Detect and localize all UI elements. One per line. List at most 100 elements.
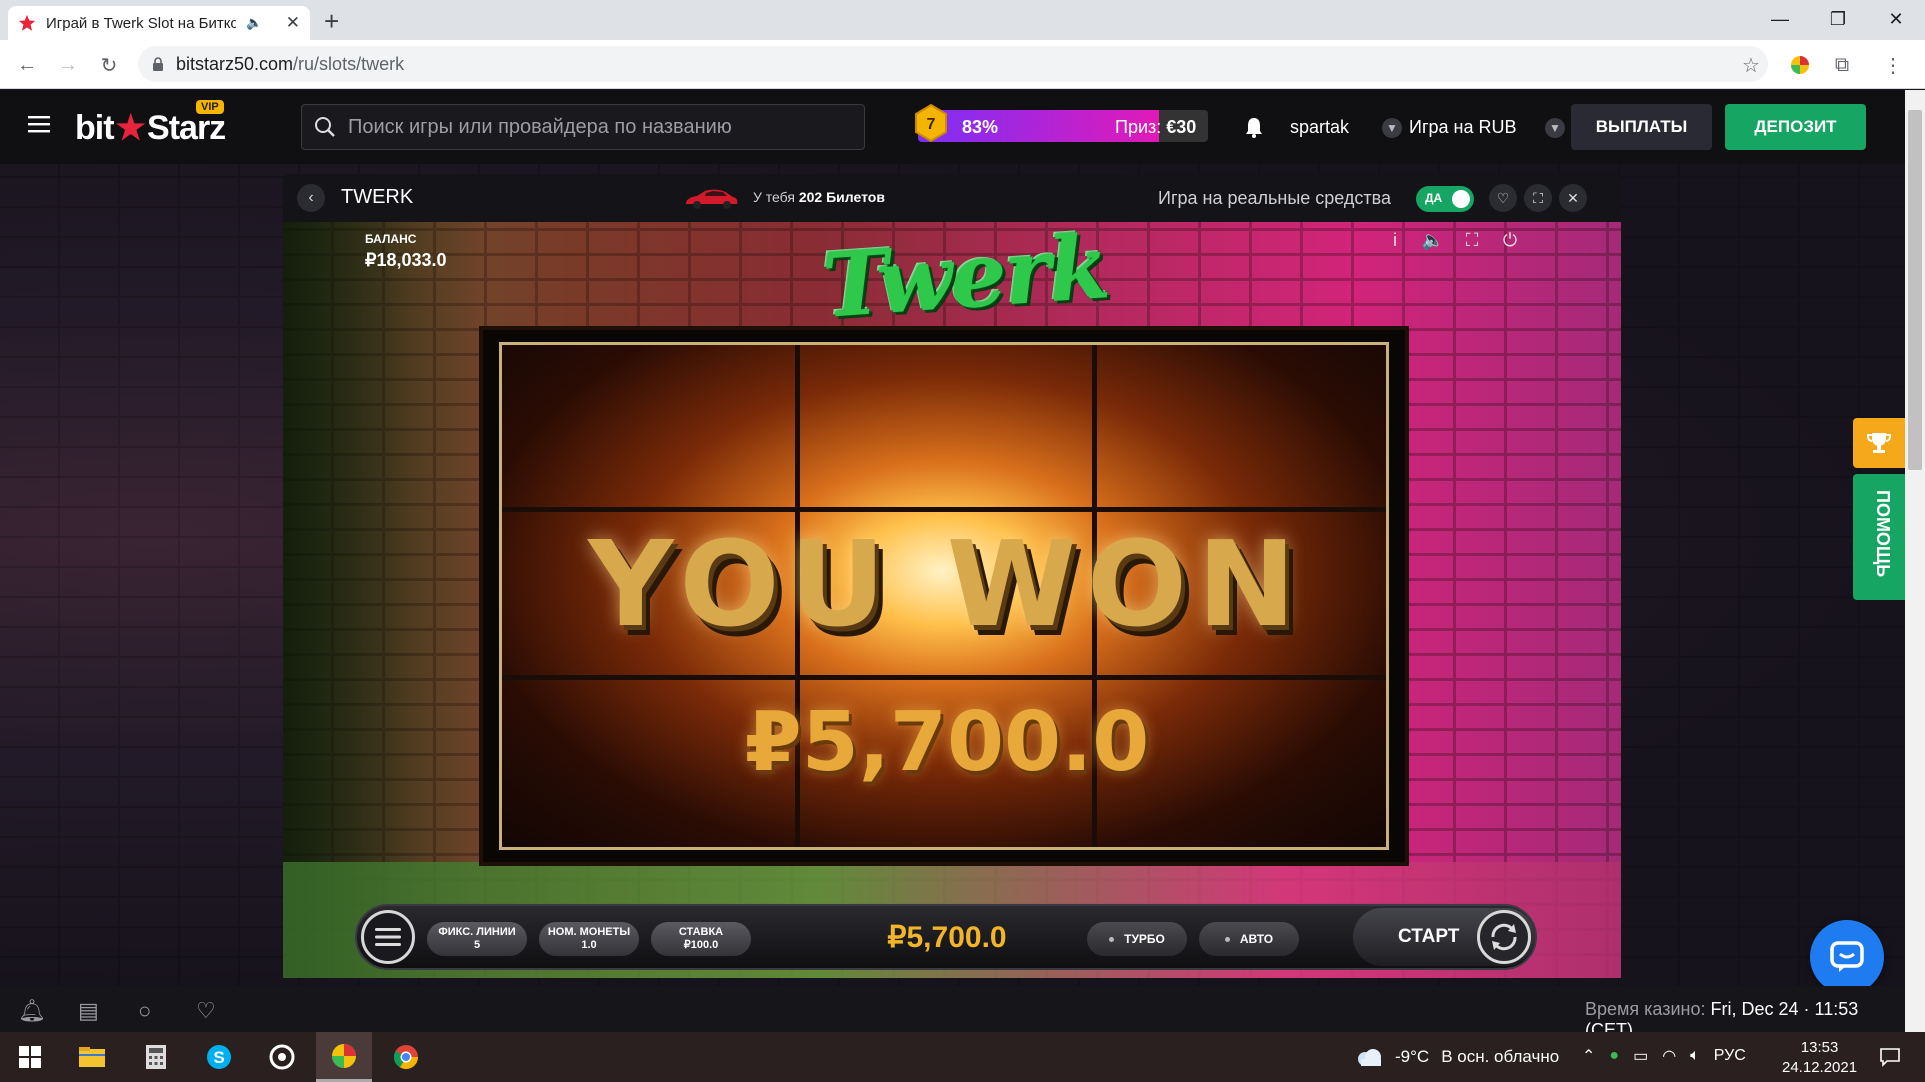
tab-audio-icon[interactable]: 🔈 — [246, 15, 262, 31]
clock-time: 13:53 — [1800, 1039, 1839, 1056]
bookmark-star-icon[interactable]: ☆ — [1738, 52, 1764, 78]
media-app-icon[interactable] — [254, 1032, 310, 1082]
game-control-bar: ФИКС. ЛИНИИ 5 НОМ. МОНЕТЫ 1.0 СТАВКА ₽10… — [355, 904, 1537, 970]
slot-game-canvas[interactable]: БАЛАНС ₽18,033.0 Twerk i 🔈 ⛶ ⏻ YOU WON ₽… — [283, 222, 1621, 978]
twerk-logo: Twerk — [819, 222, 1112, 338]
weather-temp: -9°C — [1395, 1047, 1430, 1066]
system-tray: ⌃ ● ▭ ◠ 🔈︎ РУС — [1582, 1046, 1746, 1066]
close-game-icon[interactable]: ✕ — [1559, 184, 1587, 212]
fixed-lines-value: 5 — [473, 939, 481, 951]
auto-button[interactable]: АВТО — [1199, 922, 1299, 956]
windows-taskbar: S -9°C В осн. облачно ⌃ ● ▭ ◠ 🔈︎ РУС 13:… — [0, 1032, 1925, 1082]
browser-tab[interactable]: Играй в Twerk Slot на Битко 🔈 ✕ — [8, 6, 310, 40]
chat-bubble-icon — [1830, 941, 1864, 972]
file-explorer-icon[interactable] — [64, 1032, 120, 1082]
extension-sync-icon[interactable]: ⧉ — [1829, 52, 1855, 78]
notification-center-icon[interactable] — [1862, 1032, 1918, 1082]
vip-badge: VIP — [196, 100, 224, 114]
hamburger-menu-icon[interactable] — [28, 114, 50, 134]
color-app-icon[interactable] — [316, 1032, 372, 1082]
lock-icon — [153, 57, 163, 71]
chrome-icon[interactable] — [378, 1032, 434, 1082]
url-path: /ru/slots/twerk — [293, 53, 405, 74]
coin-value: 1.0 — [581, 939, 597, 951]
real-money-toggle[interactable]: ДА — [1416, 186, 1474, 212]
skype-icon[interactable]: S — [191, 1032, 247, 1082]
level-percent: 83% — [962, 117, 999, 137]
trophy-button[interactable] — [1853, 418, 1905, 468]
cloud-icon — [1358, 1049, 1381, 1066]
volume-icon[interactable]: 🔈︎ — [1690, 1047, 1700, 1065]
fixed-lines-label: ФИКС. ЛИНИИ — [438, 926, 516, 938]
spin-arrows-icon — [1491, 923, 1517, 951]
reels-grid: YOU WON ₽5,700.0 — [499, 342, 1389, 850]
spin-button[interactable] — [1477, 910, 1531, 964]
weather-desc: В осн. облачно — [1441, 1047, 1560, 1066]
power-icon[interactable]: ⏻ — [1497, 230, 1523, 251]
tickets-info: У тебя 202 Билетов — [753, 189, 885, 205]
level-prize: Приз: €30 — [1115, 117, 1197, 137]
scrollbar-thumb[interactable] — [1908, 110, 1922, 470]
extension-color-icon[interactable] — [1787, 52, 1813, 78]
start-label: СТАРТ — [1398, 926, 1460, 947]
reload-icon[interactable]: ↻ — [96, 52, 122, 78]
notifications-bell-icon[interactable] — [1244, 116, 1264, 138]
currency-selector[interactable]: Игра на RUB — [1409, 117, 1516, 138]
payouts-button[interactable]: ВЫПЛАТЫ — [1571, 104, 1712, 150]
forward-arrow-icon[interactable]: → — [55, 52, 81, 78]
search-input[interactable] — [348, 115, 848, 139]
footer-news-icon[interactable]: ▤ — [78, 998, 99, 1024]
red-car-icon — [683, 186, 739, 210]
bitstarz-logo[interactable]: bit ★ Starz — [75, 108, 226, 148]
calculator-icon[interactable] — [128, 1032, 184, 1082]
tray-app-icon[interactable]: ● — [1609, 1047, 1619, 1065]
user-menu-chevron-down-icon[interactable]: ▼ — [1382, 118, 1402, 138]
weather-widget[interactable]: -9°C В осн. облачно — [1355, 1047, 1559, 1067]
level-badge-icon: 7 — [914, 104, 948, 142]
game-fullscreen-icon[interactable]: ⛶ — [1459, 230, 1485, 251]
info-icon[interactable]: i — [1382, 230, 1408, 251]
footer-heart-icon[interactable]: ♡ — [196, 998, 216, 1024]
currency-chevron-down-icon[interactable]: ▼ — [1545, 118, 1565, 138]
fullscreen-icon[interactable]: ⛶ — [1524, 184, 1552, 212]
wifi-icon[interactable]: ◠ — [1662, 1046, 1676, 1066]
coin-value-control[interactable]: НОМ. МОНЕТЫ 1.0 — [539, 922, 639, 956]
fixed-lines-control[interactable]: ФИКС. ЛИНИИ 5 — [427, 922, 527, 956]
tray-chevron-up-icon[interactable]: ⌃ — [1582, 1046, 1595, 1066]
game-menu-button[interactable] — [361, 910, 415, 964]
help-tab[interactable]: ПОМОЩЬ — [1853, 474, 1905, 600]
toggle-knob — [1452, 190, 1470, 208]
row-divider — [502, 675, 1386, 680]
browser-menu-icon[interactable]: ⋮ — [1880, 52, 1906, 78]
reels-frame: YOU WON ₽5,700.0 — [479, 326, 1409, 866]
username[interactable]: spartak — [1290, 117, 1349, 138]
back-chevron-icon[interactable]: ‹ — [297, 184, 325, 212]
svg-text:S: S — [213, 1048, 224, 1067]
turbo-button[interactable]: ТУРБО — [1087, 922, 1187, 956]
level-number: 7 — [927, 116, 936, 133]
window-close-button[interactable]: ✕ — [1868, 0, 1924, 38]
sound-icon[interactable]: 🔈 — [1420, 230, 1446, 251]
favorite-heart-icon[interactable]: ♡ — [1489, 184, 1517, 212]
minimize-button[interactable]: — — [1752, 0, 1808, 38]
taskbar-clock[interactable]: 13:53 24.12.2021 — [1782, 1038, 1857, 1078]
footer-refresh-icon[interactable]: ○ — [138, 998, 151, 1024]
address-bar[interactable]: bitstarz50.com/ru/slots/twerk — [138, 46, 1768, 82]
battery-icon[interactable]: ▭ — [1633, 1046, 1648, 1066]
search-icon — [315, 117, 335, 137]
game-title: TWERK — [341, 186, 414, 208]
game-search-box[interactable] — [301, 104, 865, 150]
deposit-button[interactable]: ДЕПОЗИТ — [1725, 104, 1866, 150]
trophy-icon — [1867, 433, 1891, 453]
footer-bell-icon[interactable]: 🔔︎ — [18, 998, 46, 1024]
bet-control[interactable]: СТАВКА ₽100.0 — [651, 922, 751, 956]
bet-value: ₽100.0 — [683, 939, 719, 951]
balance-value: ₽18,033.0 — [365, 250, 447, 270]
windows-start-icon[interactable] — [2, 1032, 58, 1082]
new-tab-button[interactable]: + — [324, 6, 339, 36]
restore-button[interactable]: ❐ — [1810, 0, 1866, 38]
live-chat-button[interactable] — [1810, 920, 1884, 994]
tab-close-icon[interactable]: ✕ — [286, 13, 300, 33]
back-arrow-icon[interactable]: ← — [14, 52, 40, 78]
language-indicator[interactable]: РУС — [1714, 1047, 1746, 1065]
